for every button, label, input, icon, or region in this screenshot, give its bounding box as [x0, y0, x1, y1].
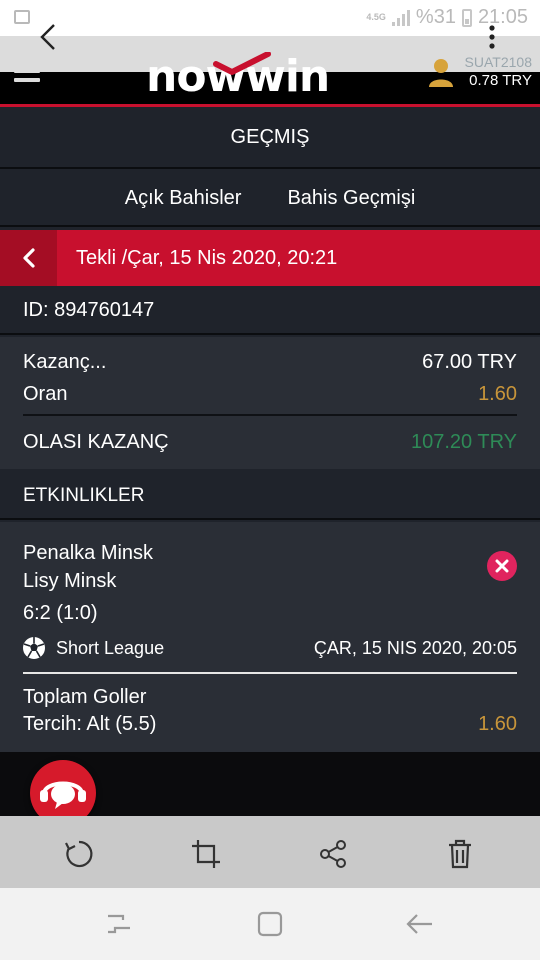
recents-icon[interactable] — [105, 910, 133, 938]
tab-bet-history[interactable]: Bahis Geçmişi — [287, 187, 415, 210]
bet-heading: Tekli /Çar, 15 Nis 2020, 20:21 — [76, 247, 338, 269]
summary-divider — [23, 414, 517, 416]
username: SUAT2108 — [464, 54, 532, 70]
event-market: Toplam Goller — [23, 686, 147, 708]
bet-back-button[interactable] — [0, 230, 57, 286]
back-icon[interactable] — [406, 910, 434, 938]
odds-label: Oran — [23, 383, 68, 405]
rotate-icon[interactable] — [63, 838, 95, 870]
image-icon — [14, 10, 30, 24]
odds-value: 1.60 — [478, 383, 517, 405]
home-icon[interactable] — [256, 910, 284, 938]
status-bar: 4.5G %31 21:05 — [0, 0, 540, 36]
system-nav-bar — [0, 888, 540, 960]
back-arrow-icon[interactable] — [34, 22, 64, 52]
event-home-team: Penalka Minsk — [23, 542, 154, 564]
bet-header-bar: Tekli /Çar, 15 Nis 2020, 20:21 — [0, 230, 540, 286]
share-icon[interactable] — [317, 838, 349, 870]
account-balance: 0.78 TRY — [469, 72, 532, 89]
chevron-left-icon — [22, 248, 35, 268]
page-title: GEÇMIŞ — [0, 107, 540, 169]
potential-win-label: OLASI KAZANÇ — [23, 431, 169, 453]
bet-id: ID: 894760147 — [0, 287, 540, 335]
logo-check-icon — [213, 52, 271, 75]
tab-open-bets[interactable]: Açık Bahisler — [125, 187, 242, 210]
tabs: Açık Bahisler Bahis Geçmişi — [0, 171, 540, 227]
remove-event-button[interactable] — [487, 551, 517, 581]
battery-icon — [461, 8, 472, 27]
crop-icon[interactable] — [190, 838, 222, 870]
event-odds: 1.60 — [478, 713, 517, 735]
menu-icon[interactable] — [14, 58, 40, 84]
bet-summary: Kazanç... 67.00 TRY Oran 1.60 OLASI KAZA… — [0, 337, 540, 469]
potential-win-value: 107.20 TRY — [410, 431, 517, 453]
signal-icon — [391, 9, 410, 26]
stake-label: Kazanç... — [23, 351, 107, 373]
soccer-ball-icon — [23, 637, 45, 659]
event-selection: Tercih: Alt (5.5) — [23, 713, 157, 735]
user-icon[interactable] — [428, 56, 454, 88]
network-type: 4.5G — [366, 12, 386, 22]
close-icon — [495, 559, 509, 573]
event-card: Penalka Minsk Lisy Minsk 6:2 (1:0) Short… — [0, 522, 540, 752]
events-heading: ETKINLIKLER — [0, 472, 540, 520]
event-score: 6:2 (1:0) — [23, 602, 98, 624]
more-vert-icon[interactable] — [486, 24, 498, 50]
event-datetime: ÇAR, 15 NIS 2020, 20:05 — [313, 638, 517, 658]
viewer-toolbar — [0, 816, 540, 888]
battery-percent: %31 — [415, 6, 456, 28]
event-divider — [23, 672, 517, 674]
event-league: Short League — [56, 638, 165, 658]
trash-icon[interactable] — [444, 838, 476, 870]
event-away-team: Lisy Minsk — [23, 570, 117, 592]
stake-value: 67.00 TRY — [422, 351, 517, 373]
